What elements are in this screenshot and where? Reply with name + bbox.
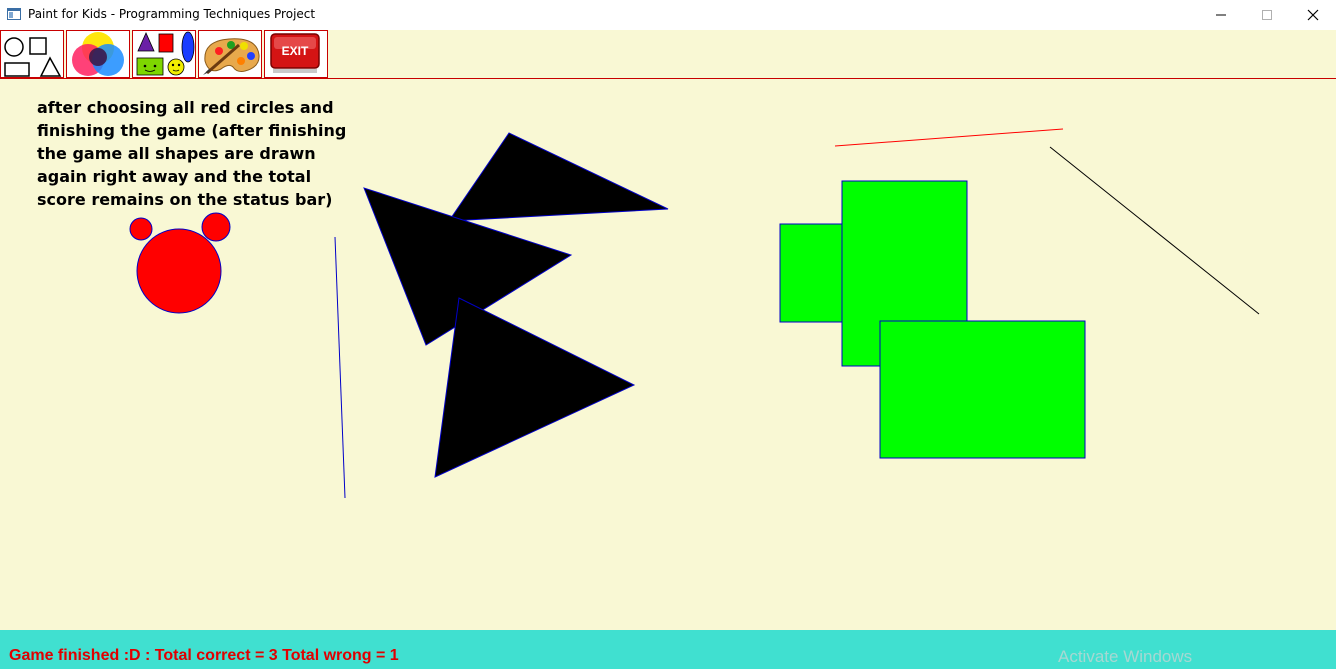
- minimize-icon: [1216, 14, 1226, 16]
- activate-windows-watermark: Activate Windows: [1058, 647, 1193, 666]
- close-button[interactable]: [1290, 0, 1336, 30]
- close-icon: [1307, 9, 1319, 21]
- black-line[interactable]: [1049, 146, 1260, 315]
- triangle-bottom[interactable]: [434, 297, 636, 478]
- canvas-shapes: [129, 128, 1260, 499]
- window-title: Paint for Kids - Programming Techniques …: [28, 7, 316, 21]
- triangle-top[interactable]: [448, 132, 669, 222]
- title-bar: Paint for Kids - Programming Techniques …: [0, 0, 1338, 30]
- maximize-button[interactable]: [1244, 0, 1290, 30]
- app-icon: [7, 8, 21, 20]
- status-message: Game finished :D : Total correct = 3 Tot…: [9, 647, 399, 664]
- small-red-circle-left[interactable]: [129, 217, 153, 241]
- blue-line[interactable]: [334, 236, 346, 499]
- green-rectangle-large[interactable]: [879, 320, 1086, 459]
- drawing-area[interactable]: EXIT after choosing all red circles and …: [0, 30, 1336, 630]
- red-line[interactable]: [834, 128, 1064, 147]
- status-bar: Game finished :D : Total correct = 3 Tot…: [0, 630, 1336, 669]
- small-red-circle-right[interactable]: [201, 212, 231, 242]
- green-rectangle-small[interactable]: [779, 223, 847, 323]
- large-red-circle[interactable]: [136, 228, 222, 314]
- maximize-icon: [1262, 10, 1272, 20]
- minimize-button[interactable]: [1198, 0, 1244, 30]
